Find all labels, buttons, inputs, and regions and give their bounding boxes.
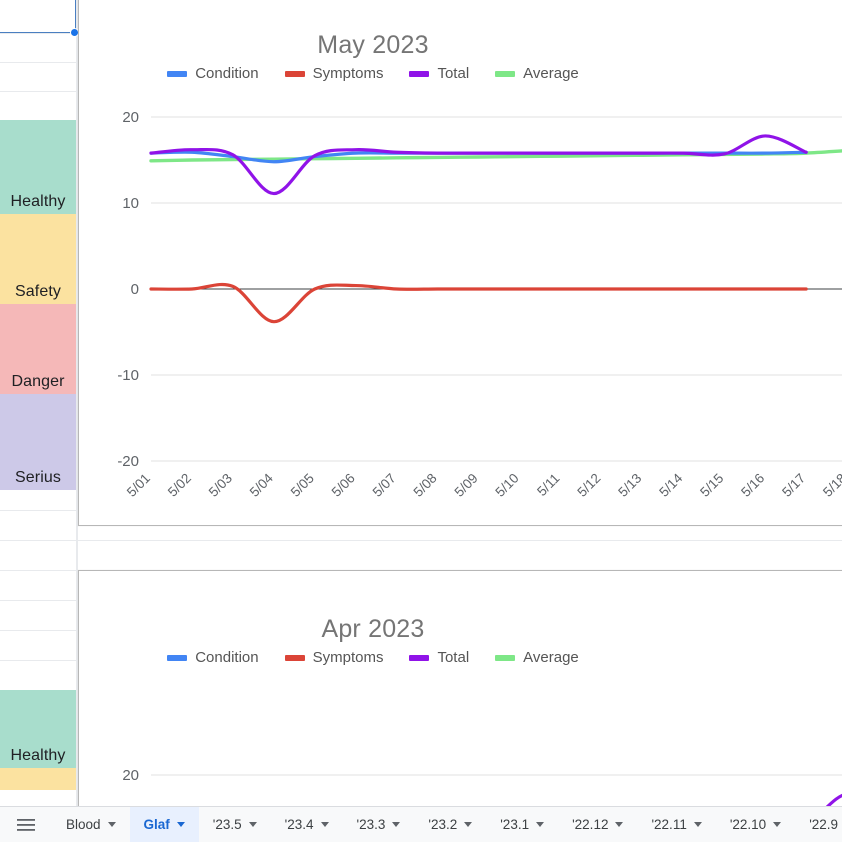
x-axis-tick-label: 5/09 — [452, 471, 481, 500]
x-axis-tick-label: 5/01 — [124, 471, 153, 500]
x-axis-tick-label: 5/07 — [370, 471, 399, 500]
category-cell-healthy[interactable]: Healthy — [0, 120, 76, 214]
series-line-symptoms — [149, 282, 808, 324]
chevron-down-icon[interactable] — [773, 822, 782, 827]
sheet-tab-bar[interactable]: Blood Glaf '23.5 '23.4 '23.3 '23.2 '23.1 '22.12… — [0, 806, 842, 842]
x-axis-tick-label: 5/04 — [247, 470, 277, 500]
chart-apr-2023[interactable]: Apr 2023 Condition Symptoms Total Averag… — [78, 570, 842, 842]
sheet-tab-label: '22.12 — [572, 817, 609, 832]
sheet-tab-label: '23.4 — [284, 817, 314, 832]
selected-cell-outline — [0, 0, 76, 33]
x-axis-tick-label: 5/16 — [738, 471, 767, 500]
plot-area-apr: 2010 — [122, 767, 842, 842]
x-axis-tick-label: 5/17 — [779, 471, 808, 500]
sheet-tab-label: Glaf — [143, 817, 170, 832]
y-axis-tick-label: 10 — [122, 195, 139, 212]
sheet-tab-label: '23.3 — [356, 817, 386, 832]
category-cell[interactable] — [0, 768, 76, 790]
sheet-tab-23.4[interactable]: '23.4 — [271, 807, 343, 842]
sheet-tab-glaf[interactable]: Glaf — [129, 807, 199, 842]
sheet-tab-label: '23.1 — [500, 817, 530, 832]
sheet-tab-label: Blood — [66, 817, 101, 832]
sheet-tab-label: '23.2 — [428, 817, 458, 832]
chevron-down-icon[interactable] — [248, 822, 257, 827]
y-axis-tick-label: 20 — [122, 109, 139, 126]
category-cell-healthy[interactable]: Healthy — [0, 690, 76, 768]
y-axis-tick-label: 0 — [131, 281, 139, 298]
series-line-total — [149, 134, 808, 196]
category-cell-safety[interactable]: Safety — [0, 214, 76, 304]
chart-may-2023[interactable]: May 2023 Condition Symptoms Total Averag… — [78, 0, 842, 526]
all-sheets-menu-icon[interactable] — [0, 807, 52, 842]
sheet-tab-label: '23.5 — [212, 817, 242, 832]
x-axis-tick-label: 5/10 — [492, 470, 521, 499]
chevron-down-icon[interactable] — [320, 822, 329, 827]
sheet-tab-22.9[interactable]: '22.9 — [795, 807, 842, 842]
sheet-tab-23.1[interactable]: '23.1 — [486, 807, 558, 842]
sheet-tab-22.10[interactable]: '22.10 — [716, 807, 795, 842]
sheet-tab-label: '22.10 — [729, 817, 767, 832]
chevron-down-icon[interactable] — [107, 822, 116, 827]
sheet-tab-label: '22.9 — [809, 817, 839, 832]
y-axis-tick-label: -20 — [117, 453, 139, 470]
grid-row-line — [0, 540, 842, 541]
sheet-tab-23.3[interactable]: '23.3 — [343, 807, 415, 842]
sheet-tab-23.5[interactable]: '23.5 — [199, 807, 271, 842]
category-cell-danger[interactable]: Danger — [0, 304, 76, 394]
x-axis-tick-label: 5/18 — [820, 471, 842, 500]
chevron-down-icon[interactable] — [615, 822, 624, 827]
chevron-down-icon[interactable] — [464, 822, 473, 827]
chevron-down-icon[interactable] — [693, 822, 702, 827]
category-cell-serius[interactable]: Serius — [0, 394, 76, 490]
chevron-down-icon[interactable] — [176, 822, 185, 827]
sheet-tab-22.12[interactable]: '22.12 — [558, 807, 637, 842]
x-axis-tick-label: 5/03 — [206, 471, 235, 500]
x-axis-tick-label: 5/02 — [165, 470, 194, 499]
x-axis-tick-label: 5/15 — [697, 471, 726, 500]
chevron-down-icon[interactable] — [536, 822, 545, 827]
plot-area-may: 20 10 0 -10 -205/01 5/02 5/03 5/04 5/05 5/06 5/07 5… — [117, 109, 842, 500]
x-axis-tick-label: 5/14 — [656, 470, 686, 500]
chevron-down-icon[interactable] — [392, 822, 401, 827]
sheet-tab-blood[interactable]: Blood — [52, 807, 130, 842]
x-axis-tick-label: 5/11 — [534, 471, 562, 499]
spreadsheet-app: Healthy Safety Danger Serius Healthy May 202… — [0, 0, 842, 842]
x-axis-tick-label: 5/13 — [615, 471, 644, 500]
y-axis-tick-label: -10 — [117, 367, 139, 384]
x-axis-tick-label: 5/06 — [329, 470, 358, 499]
x-axis-tick-label: 5/05 — [288, 471, 317, 500]
sheet-tab-23.2[interactable]: '23.2 — [414, 807, 486, 842]
x-axis-tick-label: 5/08 — [411, 470, 440, 499]
sheet-tab-22.11[interactable]: '22.11 — [637, 807, 715, 842]
x-axis-tick-label: 5/12 — [574, 470, 603, 499]
y-axis-tick-label: 20 — [122, 767, 139, 784]
sheet-tab-label: '22.11 — [651, 817, 687, 832]
